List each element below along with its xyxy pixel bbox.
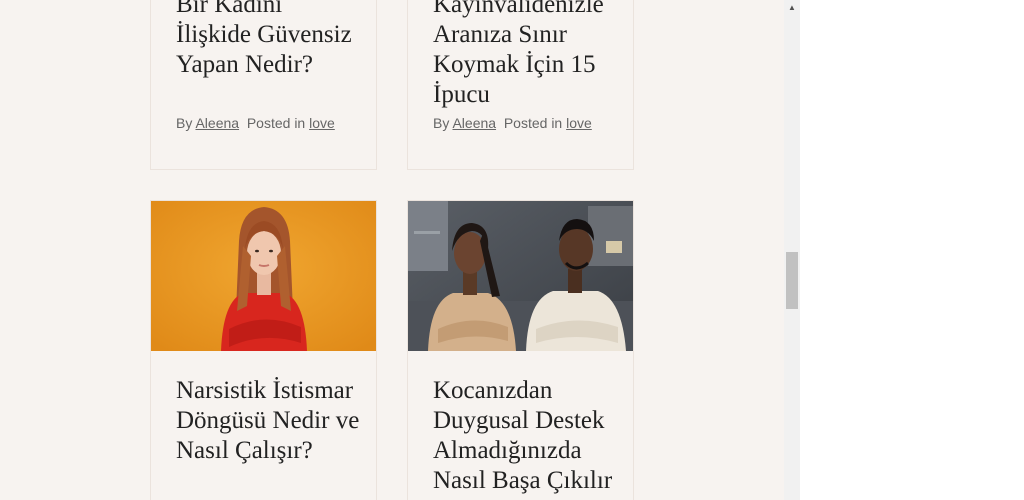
couple-arguing-photo: [408, 201, 633, 351]
article-meta: By Aleena Posted in love: [176, 115, 335, 131]
article-card[interactable]: Narsistik İstismar Döngüsü Nedir ve Nası…: [150, 200, 377, 500]
posted-in-label: Posted in: [503, 115, 563, 131]
by-label: By: [176, 115, 193, 131]
article-card[interactable]: Kayınvalidenizle Aranıza Sınır Koymak İç…: [407, 0, 634, 170]
posted-in-label: Posted in: [246, 115, 306, 131]
article-thumbnail[interactable]: [151, 201, 376, 351]
page-viewport: Bir Kadını İlişkide Güvensiz Yapan Nedir…: [0, 0, 784, 500]
scroll-up-arrow-icon[interactable]: ▲: [784, 0, 800, 16]
author-link[interactable]: Aleena: [452, 115, 496, 131]
vertical-scrollbar[interactable]: ▲: [784, 0, 800, 500]
category-link[interactable]: love: [309, 115, 335, 131]
article-card[interactable]: Bir Kadını İlişkide Güvensiz Yapan Nedir…: [150, 0, 377, 170]
author-link[interactable]: Aleena: [195, 115, 239, 131]
article-card[interactable]: Kocanızdan Duygusal Destek Almadığınızda…: [407, 200, 634, 500]
article-title[interactable]: Narsistik İstismar Döngüsü Nedir ve Nası…: [176, 376, 361, 466]
category-link[interactable]: love: [566, 115, 592, 131]
article-title[interactable]: Bir Kadını İlişkide Güvensiz Yapan Nedir…: [176, 0, 361, 80]
article-title[interactable]: Kayınvalidenizle Aranıza Sınır Koymak İç…: [433, 0, 618, 110]
blank-area: [800, 0, 1024, 500]
by-label: By: [433, 115, 450, 131]
article-thumbnail[interactable]: [408, 201, 633, 351]
scrollbar-thumb[interactable]: [786, 252, 798, 309]
article-meta: By Aleena Posted in love: [433, 115, 592, 131]
woman-red-sweater-photo: [151, 201, 376, 351]
article-title[interactable]: Kocanızdan Duygusal Destek Almadığınızda…: [433, 376, 618, 496]
